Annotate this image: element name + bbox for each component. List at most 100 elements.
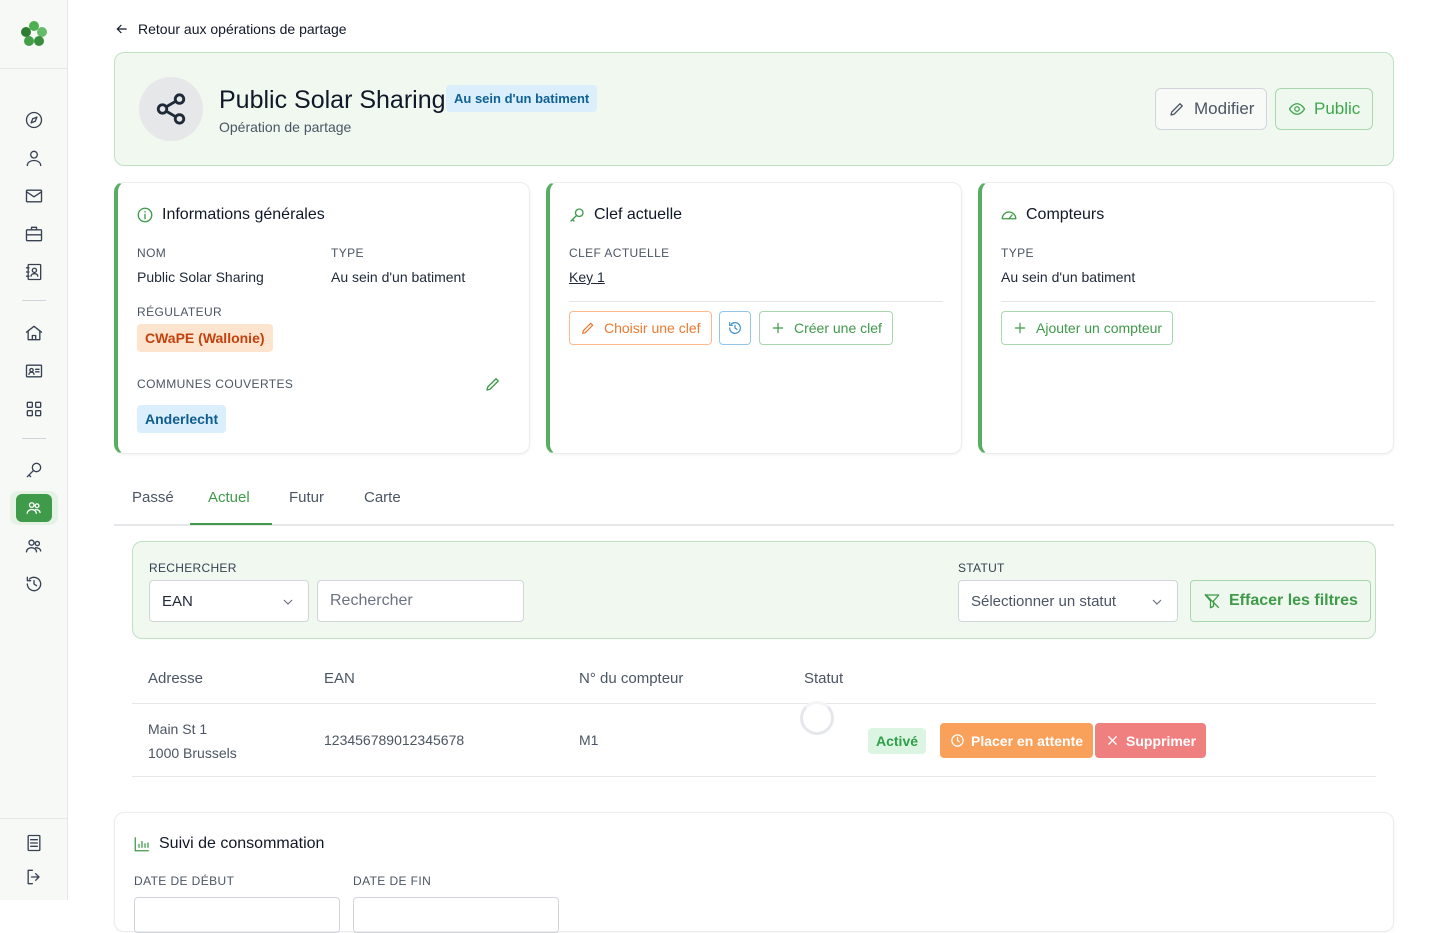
clear-filters-label: Effacer les filtres xyxy=(1229,592,1358,609)
id-card-icon[interactable] xyxy=(22,359,46,383)
contact-book-icon[interactable] xyxy=(22,260,46,284)
status-badge: Activé xyxy=(868,728,927,754)
place-on-hold-button[interactable]: Placer en attente xyxy=(940,723,1094,758)
main-content: Retour aux opérations de partage Public … xyxy=(68,0,1440,933)
ean-value: 123456789012345678 xyxy=(324,732,465,748)
mail-icon[interactable] xyxy=(22,184,46,208)
briefcase-icon[interactable] xyxy=(22,222,46,246)
current-key-label: CLEF ACTUELLE xyxy=(569,246,670,260)
add-meter-label: Ajouter un compteur xyxy=(1036,320,1163,336)
column-header-status[interactable]: Statut xyxy=(804,670,843,687)
tab-map[interactable]: Carte xyxy=(364,489,401,506)
meter-number: M1 xyxy=(579,732,599,748)
user-icon[interactable] xyxy=(22,146,46,170)
plus-icon xyxy=(1014,322,1026,334)
tab-past[interactable]: Passé xyxy=(132,489,174,506)
sidebar xyxy=(0,0,68,900)
users-icon[interactable] xyxy=(22,534,46,558)
logout-icon[interactable] xyxy=(22,865,46,889)
key-icon[interactable] xyxy=(22,458,46,482)
bar-chart-icon xyxy=(134,837,149,852)
tab-current[interactable]: Actuel xyxy=(208,489,250,506)
start-date-input[interactable] xyxy=(134,897,340,933)
compass-icon[interactable] xyxy=(22,108,46,132)
general-info-title: Informations générales xyxy=(136,206,325,224)
column-header-meter[interactable]: N° du compteur xyxy=(579,670,683,687)
filter-clear-icon xyxy=(1204,593,1220,609)
back-label: Retour aux opérations de partage xyxy=(138,21,347,37)
address-line2: 1000 Brussels xyxy=(148,745,237,761)
general-info-card: Informations générales NOM Public Solar … xyxy=(114,182,530,454)
column-header-address[interactable]: Adresse xyxy=(148,670,203,687)
share-icon xyxy=(139,77,203,141)
grid-icon[interactable] xyxy=(22,397,46,421)
app-logo[interactable] xyxy=(18,18,50,50)
clear-filters-button[interactable]: Effacer les filtres xyxy=(1190,580,1371,622)
add-meter-button[interactable]: Ajouter un compteur xyxy=(1001,311,1174,345)
search-field-select[interactable]: EAN xyxy=(149,580,309,622)
loading-spinner xyxy=(800,701,834,735)
current-key-link[interactable]: Key 1 xyxy=(569,269,605,285)
delete-label: Supprimer xyxy=(1126,732,1197,749)
search-input[interactable] xyxy=(317,580,524,622)
consumption-card: Suivi de consommation DATE DE DÉBUT DATE… xyxy=(114,812,1394,933)
edit-communes-pencil-icon[interactable] xyxy=(484,375,502,393)
status-select-value: Sélectionner un statut xyxy=(971,592,1117,610)
meters-card: Compteurs TYPE Au sein d'un batiment Ajo… xyxy=(978,182,1394,454)
communes-label: COMMUNES COUVERTES xyxy=(137,377,294,391)
current-key-title: Clef actuelle xyxy=(568,206,682,224)
pencil-icon xyxy=(1170,103,1183,116)
meters-type-value: Au sein d'un batiment xyxy=(1001,269,1136,285)
choose-key-label: Choisir une clef xyxy=(604,320,701,336)
active-tab-indicator xyxy=(190,523,272,525)
search-label: RECHERCHER xyxy=(149,561,237,575)
clock-icon xyxy=(951,734,964,747)
operation-type-badge: Au sein d'un batiment xyxy=(446,85,598,112)
status-label: STATUT xyxy=(958,561,1005,575)
place-on-hold-label: Placer en attente xyxy=(971,732,1084,749)
tab-future[interactable]: Futur xyxy=(289,489,324,506)
modify-button[interactable]: Modifier xyxy=(1155,88,1268,130)
close-icon xyxy=(1108,736,1117,745)
choose-key-button[interactable]: Choisir une clef xyxy=(569,311,712,345)
start-date-label: DATE DE DÉBUT xyxy=(134,874,235,888)
info-icon xyxy=(137,207,153,223)
history-icon[interactable] xyxy=(22,572,46,596)
type-label: TYPE xyxy=(331,246,364,260)
current-key-card: Clef actuelle CLEF ACTUELLE Key 1 Choisi… xyxy=(546,182,962,454)
key-history-button[interactable] xyxy=(719,311,751,345)
page-title: Public Solar Sharing xyxy=(219,86,446,114)
public-toggle-button[interactable]: Public xyxy=(1275,88,1374,130)
create-key-button[interactable]: Créer une clef xyxy=(759,311,893,345)
status-select[interactable]: Sélectionner un statut xyxy=(958,580,1178,622)
current-key-title-text: Clef actuelle xyxy=(594,206,683,223)
consumption-title-text: Suivi de consommation xyxy=(159,835,325,852)
operation-header: Public Solar Sharing Au sein d'un batime… xyxy=(114,52,1394,166)
regulator-label: RÉGULATEUR xyxy=(137,305,223,319)
end-date-input[interactable] xyxy=(353,897,559,933)
table-row: Main St 1 1000 Brussels 1234567890123456… xyxy=(132,701,1376,777)
tab-bar: Passé Actuel Futur Carte xyxy=(114,478,1394,526)
column-header-ean[interactable]: EAN xyxy=(324,670,355,687)
delete-button[interactable]: Supprimer xyxy=(1095,723,1207,758)
plus-icon xyxy=(772,322,784,334)
gauge-icon xyxy=(1001,211,1017,220)
end-date-label: DATE DE FIN xyxy=(353,874,432,888)
modify-label: Modifier xyxy=(1194,99,1255,118)
eye-icon xyxy=(1288,103,1306,115)
chevron-down-icon xyxy=(283,599,293,605)
document-icon[interactable] xyxy=(22,831,46,855)
public-label: Public xyxy=(1314,99,1361,118)
search-field-value: EAN xyxy=(162,592,193,610)
page-subtitle: Opération de partage xyxy=(219,119,352,135)
home-icon[interactable] xyxy=(22,321,46,345)
general-info-title-text: Informations générales xyxy=(162,206,325,223)
table-header: Adresse EAN N° du compteur Statut xyxy=(132,657,1376,704)
sharing-operations-icon[interactable] xyxy=(16,494,52,522)
commune-badge: Anderlecht xyxy=(137,405,227,433)
address-line1: Main St 1 xyxy=(148,721,208,737)
back-link[interactable]: Retour aux opérations de partage xyxy=(114,21,347,37)
meters-type-label: TYPE xyxy=(1001,246,1034,260)
meters-title-text: Compteurs xyxy=(1026,206,1105,223)
filter-panel: RECHERCHER EAN STATUT Sélectionner un st… xyxy=(132,541,1376,639)
